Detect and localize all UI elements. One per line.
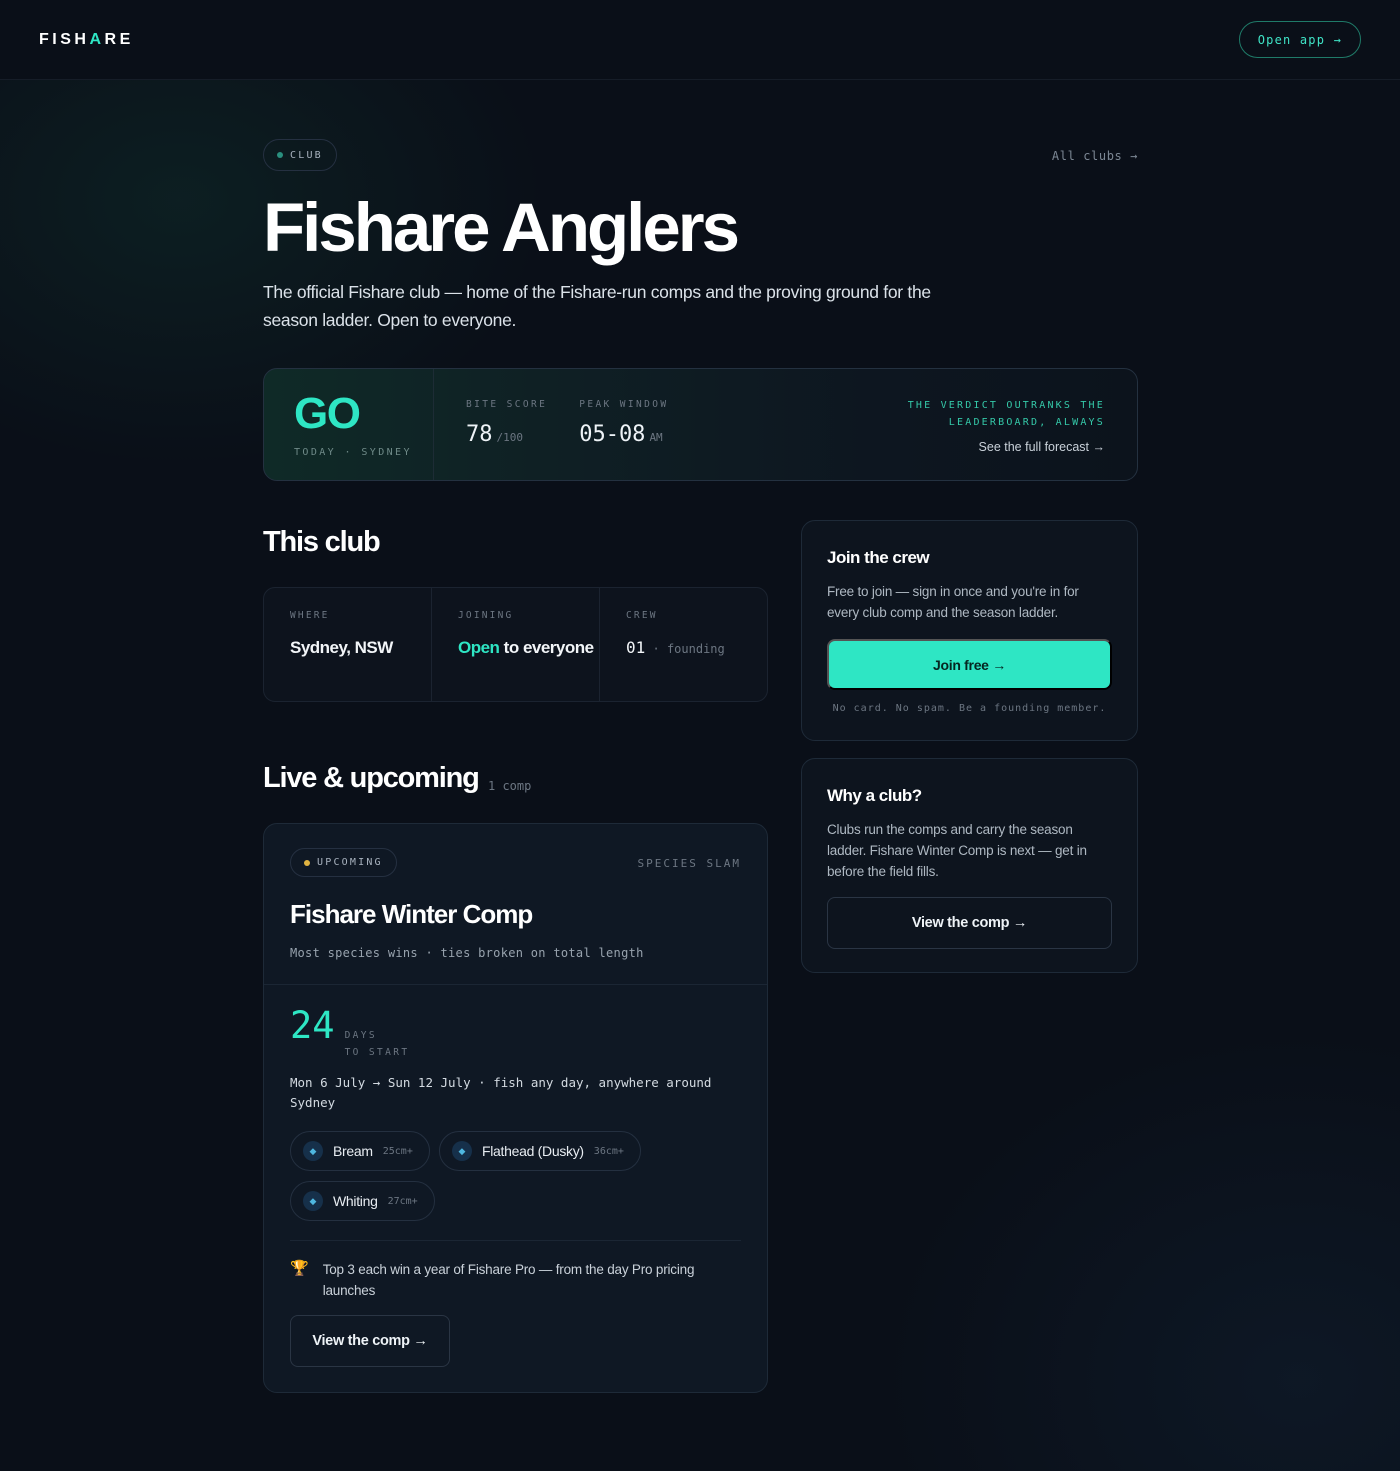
crew-value: 01 · founding [626, 638, 725, 657]
species-chip: ◆ Whiting 27cm+ [290, 1181, 435, 1221]
badge-label: CLUB [290, 149, 323, 161]
prize-info: 🏆 Top 3 each win a year of Fishare Pro —… [290, 1259, 730, 1301]
view-comp-button[interactable]: View the comp → [290, 1315, 450, 1367]
countdown-days: 24 [290, 1004, 335, 1047]
joining-value: Open to everyone [458, 638, 594, 657]
species-chip: ◆ Bream 25cm+ [290, 1131, 430, 1171]
countdown-label: DAYS TO START [344, 1030, 410, 1058]
species-chip: ◆ Flathead (Dusky) 36cm+ [439, 1131, 641, 1171]
forecast-card: GO TODAY · SYDNEY BITE SCORE 78/100 PEAK… [263, 368, 1138, 481]
comp-type: SPECIES SLAM [637, 857, 741, 870]
forecast-verdict: GO TODAY · SYDNEY [264, 369, 434, 480]
peak-window: PEAK WINDOW 05-08 AM [547, 369, 668, 480]
status-dot [304, 859, 310, 866]
prize-text: Top 3 each win a year of Fishare Pro — f… [322, 1262, 695, 1298]
live-upcoming-heading: Live & upcoming [263, 762, 480, 794]
verdict-value: GO [294, 389, 361, 438]
bite-score: BITE SCORE 78/100 [434, 369, 547, 480]
trophy-icon: 🏆 [290, 1260, 309, 1277]
peak-window-value: 05-08 [579, 422, 646, 447]
joining-label: JOINING [458, 610, 514, 621]
status-badge: UPCOMING [290, 848, 397, 877]
fishare-logo[interactable]: FISHARE [39, 31, 134, 49]
divider [290, 1240, 741, 1241]
verdict-subtitle: TODAY · SYDNEY [294, 447, 412, 458]
stat-joining: JOINING Open to everyone [432, 588, 600, 701]
club-description: The official Fishare club — home of the … [263, 282, 931, 330]
fish-icon: ◆ [303, 1191, 323, 1211]
why-title: Why a club? [827, 786, 922, 805]
join-free-button[interactable]: Join free → [827, 639, 1112, 690]
comp-card-header: UPCOMING SPECIES SLAM Fishare Winter Com… [264, 824, 767, 985]
club-badge: CLUB [263, 139, 337, 171]
comp-count: 1 comp [488, 779, 532, 793]
species-size: 36cm+ [593, 1145, 624, 1157]
comp-card: UPCOMING SPECIES SLAM Fishare Winter Com… [263, 823, 768, 1393]
bite-score-value: 78 [466, 422, 493, 447]
comp-dates: Mon 6 July → Sun 12 July · fish any day,… [290, 1075, 712, 1110]
peak-window-unit: AM [649, 431, 663, 444]
tagline-line-2: LEADERBOARD, ALWAYS [948, 417, 1105, 428]
forecast-tagline: THE VERDICT OUTRANKS THE LEADERBOARD, AL… [908, 369, 1137, 480]
join-title: Join the crew [827, 548, 930, 567]
bite-score-unit: /100 [496, 431, 524, 444]
species-name: Bream [333, 1143, 373, 1159]
species-name: Flathead (Dusky) [482, 1143, 584, 1159]
full-forecast-link[interactable]: See the full forecast → [908, 440, 1105, 454]
stat-where: WHERE Sydney, NSW [264, 588, 432, 701]
countdown: 24 DAYS TO START [290, 1005, 410, 1061]
this-club-heading: This club [263, 526, 381, 558]
join-text: Free to join — sign in once and you're i… [827, 584, 1079, 620]
club-stats: WHERE Sydney, NSW JOINING Open to everyo… [263, 587, 768, 702]
fish-icon: ◆ [452, 1141, 472, 1161]
badge-dot [277, 152, 283, 158]
crew-label: CREW [626, 610, 658, 621]
comp-rules: Most species wins · ties broken on total… [290, 946, 644, 960]
why-text: Clubs run the comps and carry the season… [827, 822, 1087, 879]
join-card: Join the crew Free to join — sign in onc… [801, 520, 1138, 741]
where-value: Sydney, NSW [290, 638, 393, 657]
why-club-card: Why a club? Clubs run the comps and carr… [801, 758, 1138, 973]
bite-score-label: BITE SCORE [466, 399, 548, 410]
open-app-button[interactable]: Open app → [1238, 21, 1361, 58]
why-view-comp-button[interactable]: View the comp → [827, 897, 1112, 949]
comp-title: Fishare Winter Comp [290, 899, 533, 929]
peak-window-label: PEAK WINDOW [579, 399, 669, 410]
page-title: Fishare Anglers [263, 189, 740, 266]
top-nav: FISHARE Open app → [0, 0, 1400, 80]
tagline-line-1: THE VERDICT OUTRANKS THE [907, 400, 1105, 411]
species-size: 25cm+ [382, 1145, 413, 1157]
status-label: UPCOMING [317, 857, 383, 868]
stat-crew: CREW 01 · founding [600, 588, 767, 701]
fish-icon: ◆ [303, 1141, 323, 1161]
all-clubs-link[interactable]: All clubs → [1052, 149, 1138, 163]
species-name: Whiting [333, 1193, 378, 1209]
where-label: WHERE [290, 610, 330, 621]
species-size: 27cm+ [387, 1195, 418, 1207]
join-note: No card. No spam. Be a founding member. [832, 703, 1107, 714]
